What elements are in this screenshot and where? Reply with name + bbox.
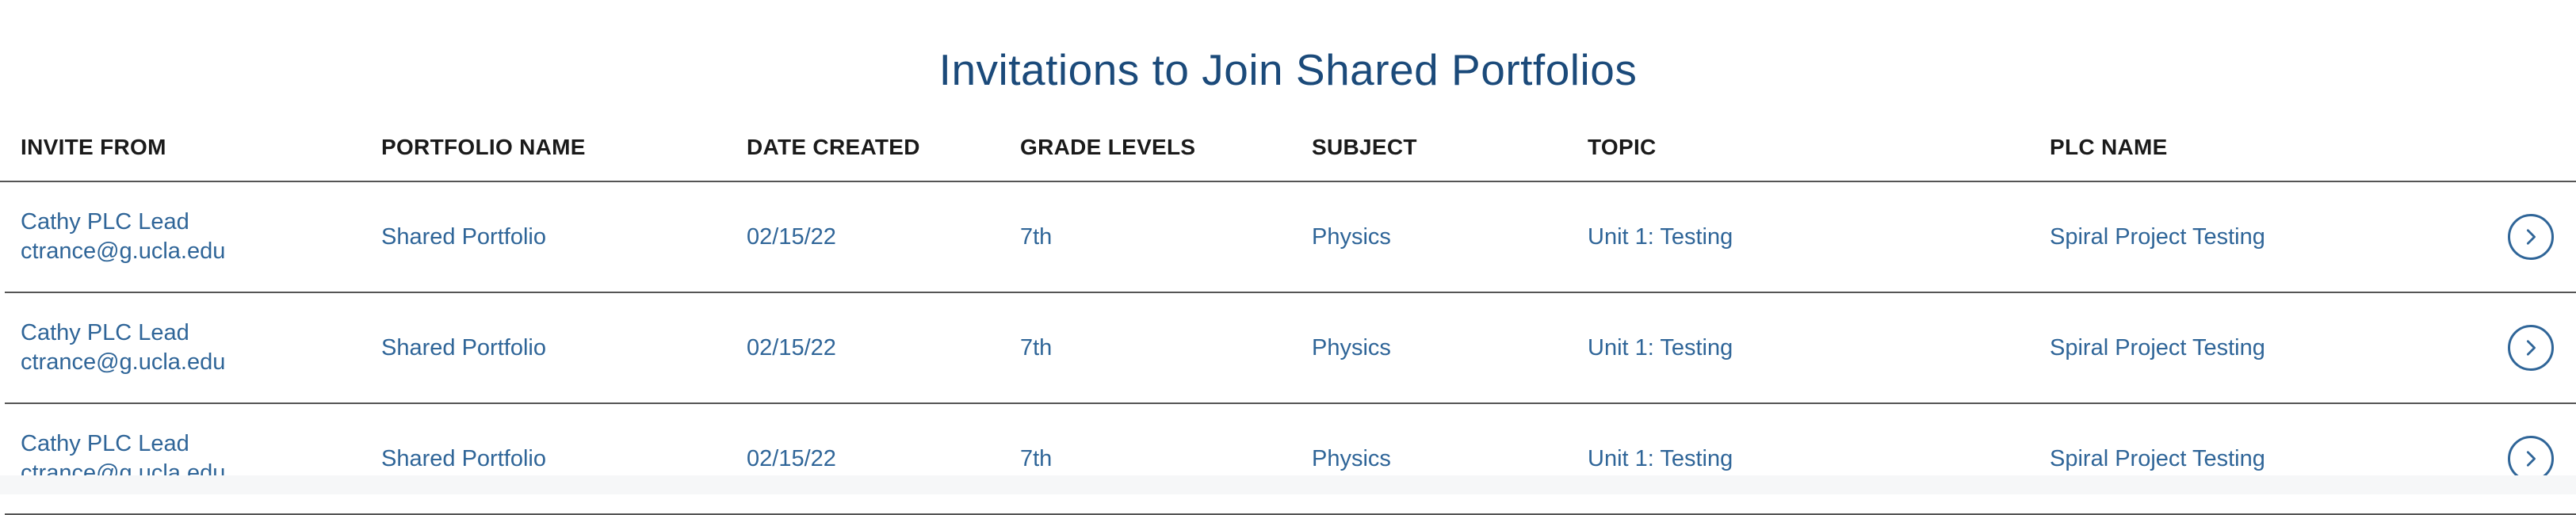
date-created-cell: 02/15/22	[747, 446, 836, 471]
portfolio-name-cell: Shared Portfolio	[381, 335, 546, 360]
invite-email: ctrance@g.ucla.edu	[21, 349, 226, 375]
header-plc-name: PLC NAME	[2050, 135, 2168, 159]
table-row[interactable]: Cathy PLC Lead ctrance@g.ucla.edu Shared…	[5, 404, 2576, 515]
grade-levels-cell: 7th	[1020, 446, 1053, 471]
chevron-right-icon	[2526, 451, 2536, 467]
grade-levels-cell: 7th	[1020, 224, 1053, 250]
chevron-right-icon	[2526, 229, 2536, 245]
page-title: Invitations to Join Shared Portfolios	[938, 45, 1638, 94]
open-invitation-button[interactable]	[2508, 214, 2554, 260]
invite-from-cell: Cathy PLC Lead ctrance@g.ucla.edu	[21, 319, 225, 377]
invite-from-cell: Cathy PLC Lead ctrance@g.ucla.edu	[21, 208, 225, 266]
table-row[interactable]: Cathy PLC Lead ctrance@g.ucla.edu Shared…	[5, 182, 2576, 293]
header-grade-levels: GRADE LEVELS	[1020, 135, 1196, 159]
subject-cell: Physics	[1312, 224, 1391, 250]
topic-cell: Unit 1: Testing	[1588, 335, 1733, 360]
invite-name: Cathy PLC Lead	[21, 431, 189, 456]
topic-cell: Unit 1: Testing	[1588, 446, 1733, 471]
table-header-row: INVITE FROM PORTFOLIO NAME DATE CREATED …	[0, 127, 2576, 182]
date-created-cell: 02/15/22	[747, 335, 836, 360]
portfolio-name-cell: Shared Portfolio	[381, 446, 546, 471]
topic-cell: Unit 1: Testing	[1588, 224, 1733, 250]
invite-name: Cathy PLC Lead	[21, 320, 189, 345]
bottom-edge	[0, 475, 2576, 494]
table-row[interactable]: Cathy PLC Lead ctrance@g.ucla.edu Shared…	[5, 293, 2576, 404]
invite-email: ctrance@g.ucla.edu	[21, 238, 226, 264]
chevron-right-icon	[2526, 340, 2536, 356]
header-invite-from: INVITE FROM	[21, 135, 166, 159]
plc-name-cell: Spiral Project Testing	[2050, 446, 2265, 471]
header-portfolio-name: PORTFOLIO NAME	[381, 135, 586, 159]
open-invitation-button[interactable]	[2508, 325, 2554, 371]
header-subject: SUBJECT	[1312, 135, 1417, 159]
header-date-created: DATE CREATED	[747, 135, 920, 159]
subject-cell: Physics	[1312, 335, 1391, 360]
date-created-cell: 02/15/22	[747, 224, 836, 250]
plc-name-cell: Spiral Project Testing	[2050, 224, 2265, 250]
invite-name: Cathy PLC Lead	[21, 209, 189, 235]
invitations-table: INVITE FROM PORTFOLIO NAME DATE CREATED …	[0, 127, 2576, 515]
grade-levels-cell: 7th	[1020, 335, 1053, 360]
portfolio-name-cell: Shared Portfolio	[381, 224, 546, 250]
subject-cell: Physics	[1312, 446, 1391, 471]
header-topic: TOPIC	[1588, 135, 1657, 159]
plc-name-cell: Spiral Project Testing	[2050, 335, 2265, 360]
